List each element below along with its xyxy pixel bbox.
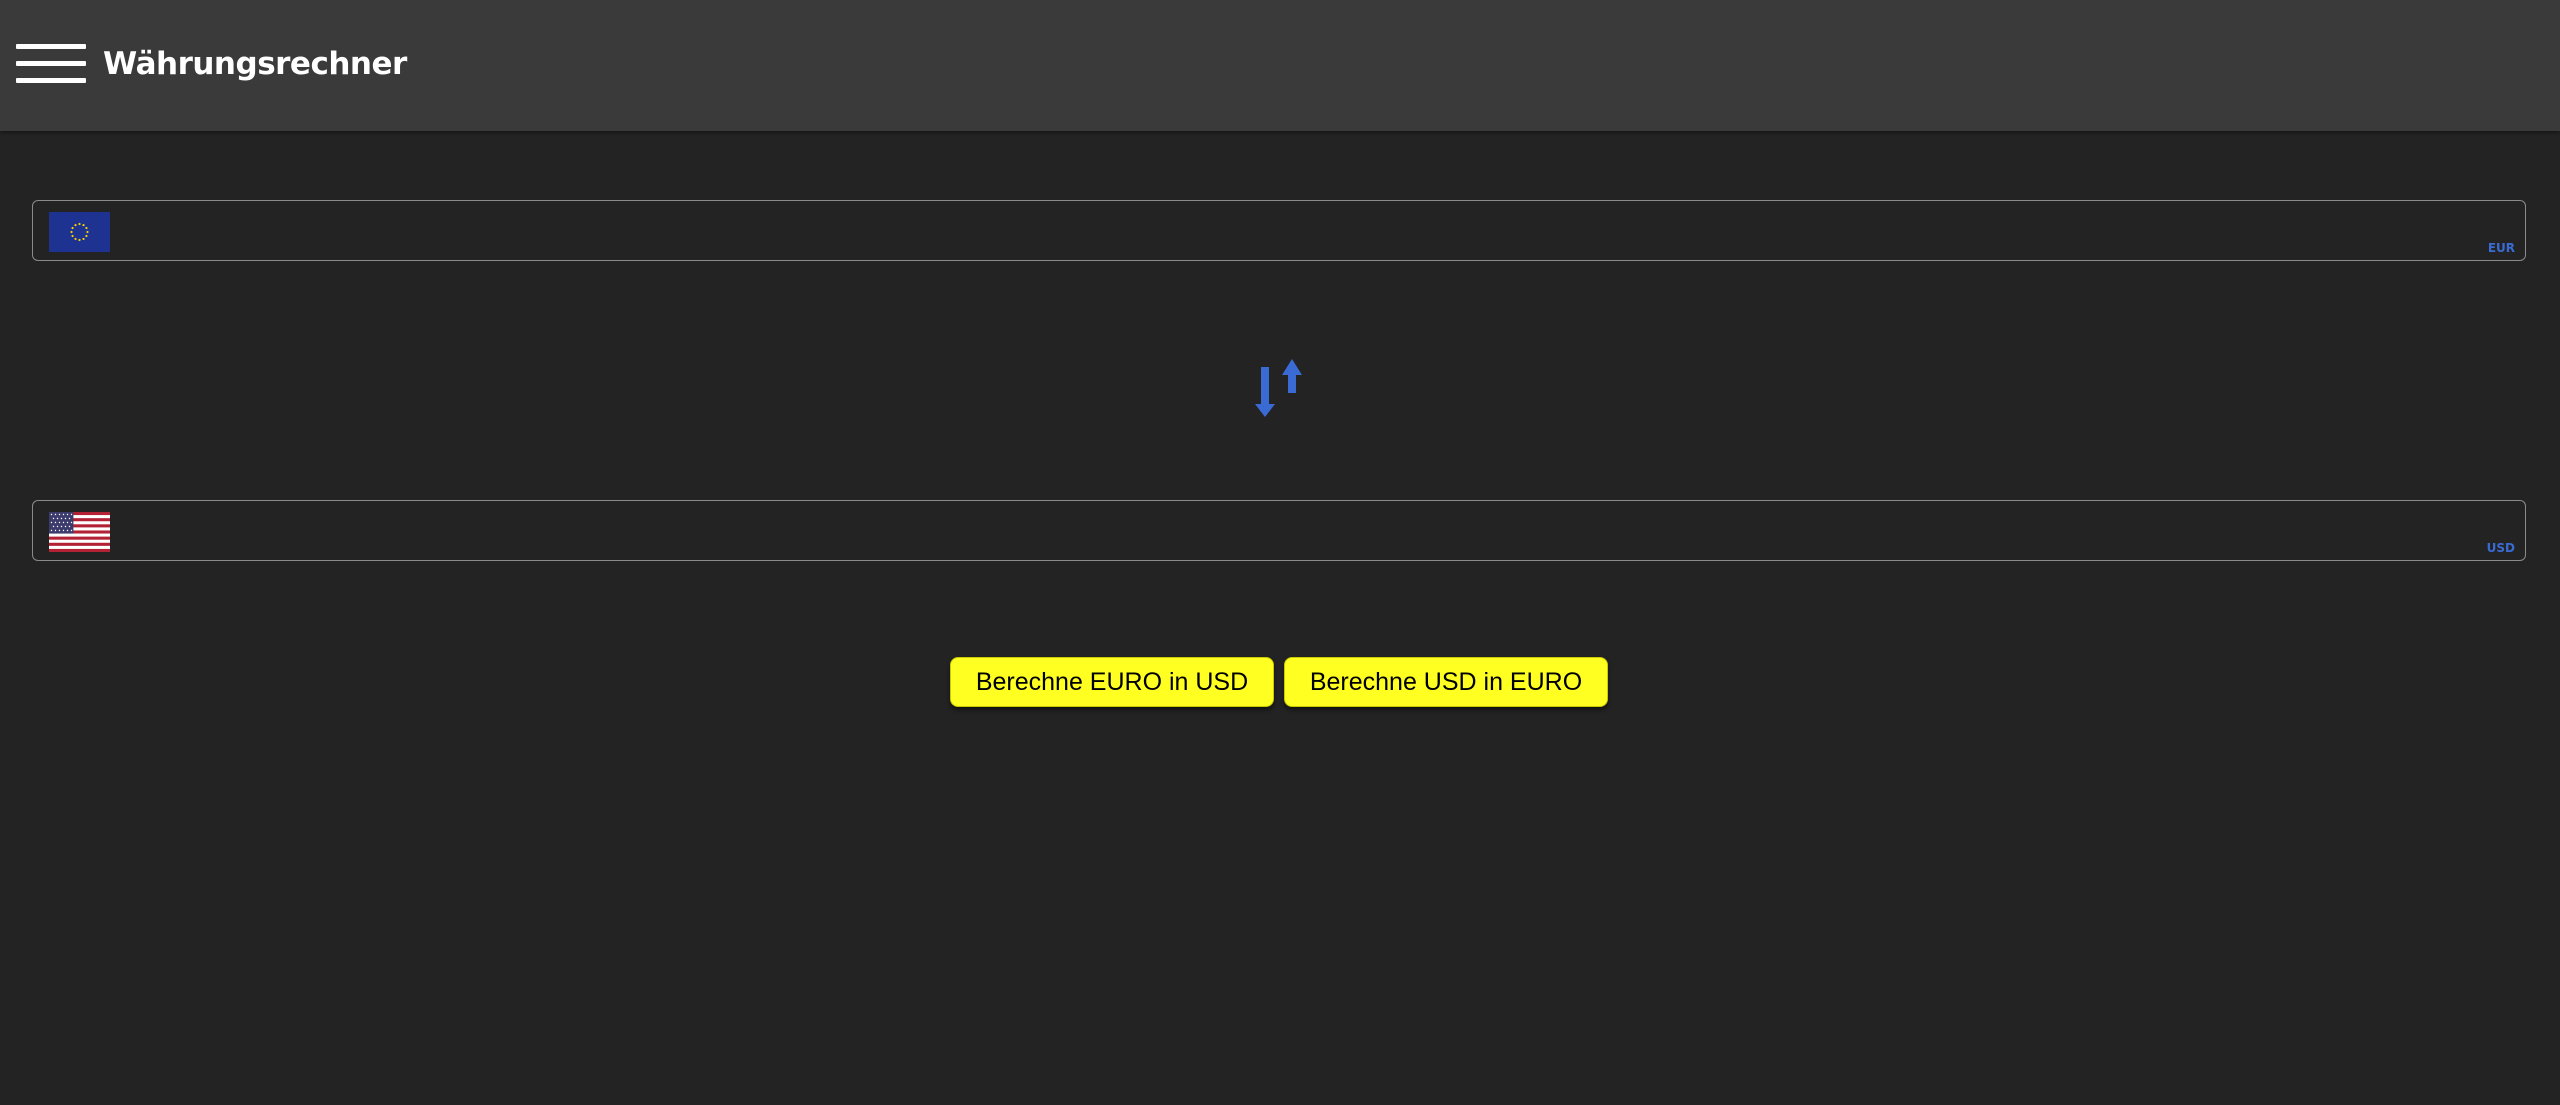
menu-line xyxy=(16,61,86,66)
us-flag-icon xyxy=(49,512,110,552)
menu-line xyxy=(16,78,86,83)
action-buttons: Berechne EURO in USD Berechne USD in EUR… xyxy=(950,657,1608,707)
swap-vertical-arrows-icon[interactable] xyxy=(1250,347,1308,419)
eu-flag-icon xyxy=(49,212,110,252)
eur-amount-field[interactable]: EUR xyxy=(32,200,2526,261)
usd-amount-field[interactable]: USD xyxy=(32,500,2526,561)
eur-amount-input[interactable] xyxy=(123,205,2427,257)
app-title: Währungsrechner xyxy=(103,46,407,82)
usd-unit-label: USD xyxy=(2486,541,2515,555)
app-bar: Währungsrechner xyxy=(0,0,2560,131)
menu-line xyxy=(16,44,86,49)
eur-unit-label: EUR xyxy=(2487,241,2515,255)
usd-amount-input[interactable] xyxy=(123,505,2427,557)
convert-eur-to-usd-button[interactable]: Berechne EURO in USD xyxy=(950,657,1274,707)
convert-usd-to-eur-button[interactable]: Berechne USD in EURO xyxy=(1284,657,1608,707)
hamburger-menu-icon[interactable] xyxy=(16,44,86,84)
